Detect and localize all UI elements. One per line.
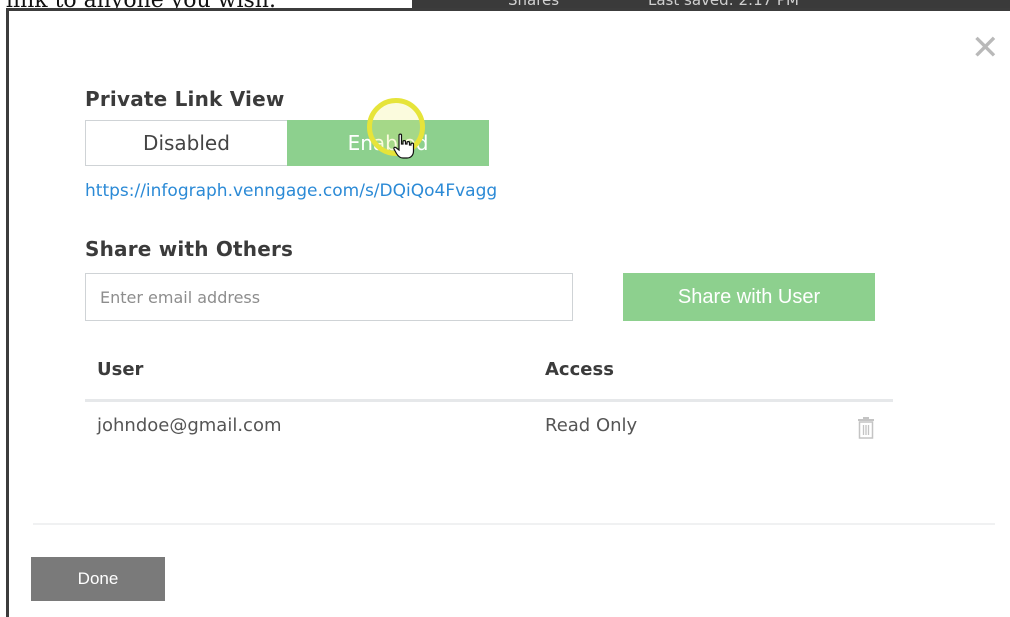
column-user: User [97,359,144,380]
toggle-disabled-button[interactable]: Disabled [85,120,287,166]
private-link-url[interactable]: https://infograph.venngage.com/s/DQiQo4F… [85,181,497,201]
trash-icon[interactable] [857,417,875,439]
private-link-title: Private Link View [85,87,285,111]
share-with-user-button[interactable]: Share with User [623,273,875,321]
private-link-toggle: Disabled Enabled [85,120,489,166]
row-access-level: Read Only [545,415,638,436]
share-with-others-title: Share with Others [85,237,294,261]
row-user-email: johndoe@gmail.com [97,415,282,436]
footer-divider [33,523,995,525]
table-row: johndoe@gmail.com Read Only [85,415,893,455]
share-modal: ✕ Private Link View Disabled Enabled htt… [6,8,1010,617]
close-icon[interactable]: ✕ [971,31,1000,65]
hand-cursor-icon [393,133,415,159]
done-button[interactable]: Done [31,557,165,601]
table-header: User Access [85,359,893,402]
email-input[interactable] [85,273,573,321]
column-access: Access [545,359,614,380]
